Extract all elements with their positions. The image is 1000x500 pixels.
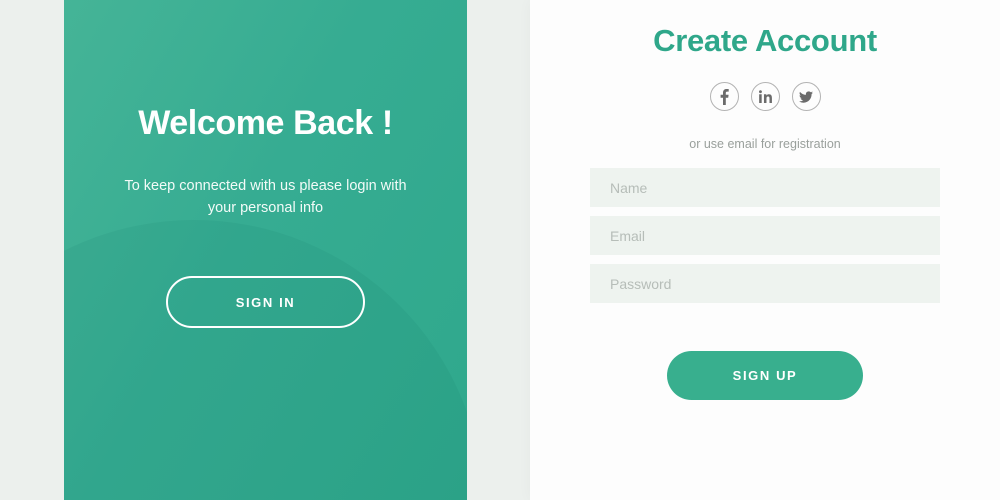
- signup-fields: [590, 168, 940, 303]
- signup-form-container: Create Account or use email for registra…: [530, 0, 1000, 500]
- sign-up-button[interactable]: SIGN UP: [667, 351, 863, 400]
- linkedin-icon[interactable]: [750, 82, 780, 111]
- name-field[interactable]: [590, 168, 940, 207]
- decorative-circle: [64, 220, 467, 500]
- facebook-icon[interactable]: [709, 82, 739, 111]
- password-field[interactable]: [590, 264, 940, 303]
- email-registration-hint: or use email for registration: [689, 137, 841, 151]
- social-login-row: [709, 82, 821, 111]
- email-field[interactable]: [590, 216, 940, 255]
- welcome-panel: [64, 0, 467, 500]
- sign-in-button[interactable]: SIGN IN: [166, 276, 365, 328]
- twitter-icon[interactable]: [791, 82, 821, 111]
- page-title: Create Account: [653, 23, 877, 58]
